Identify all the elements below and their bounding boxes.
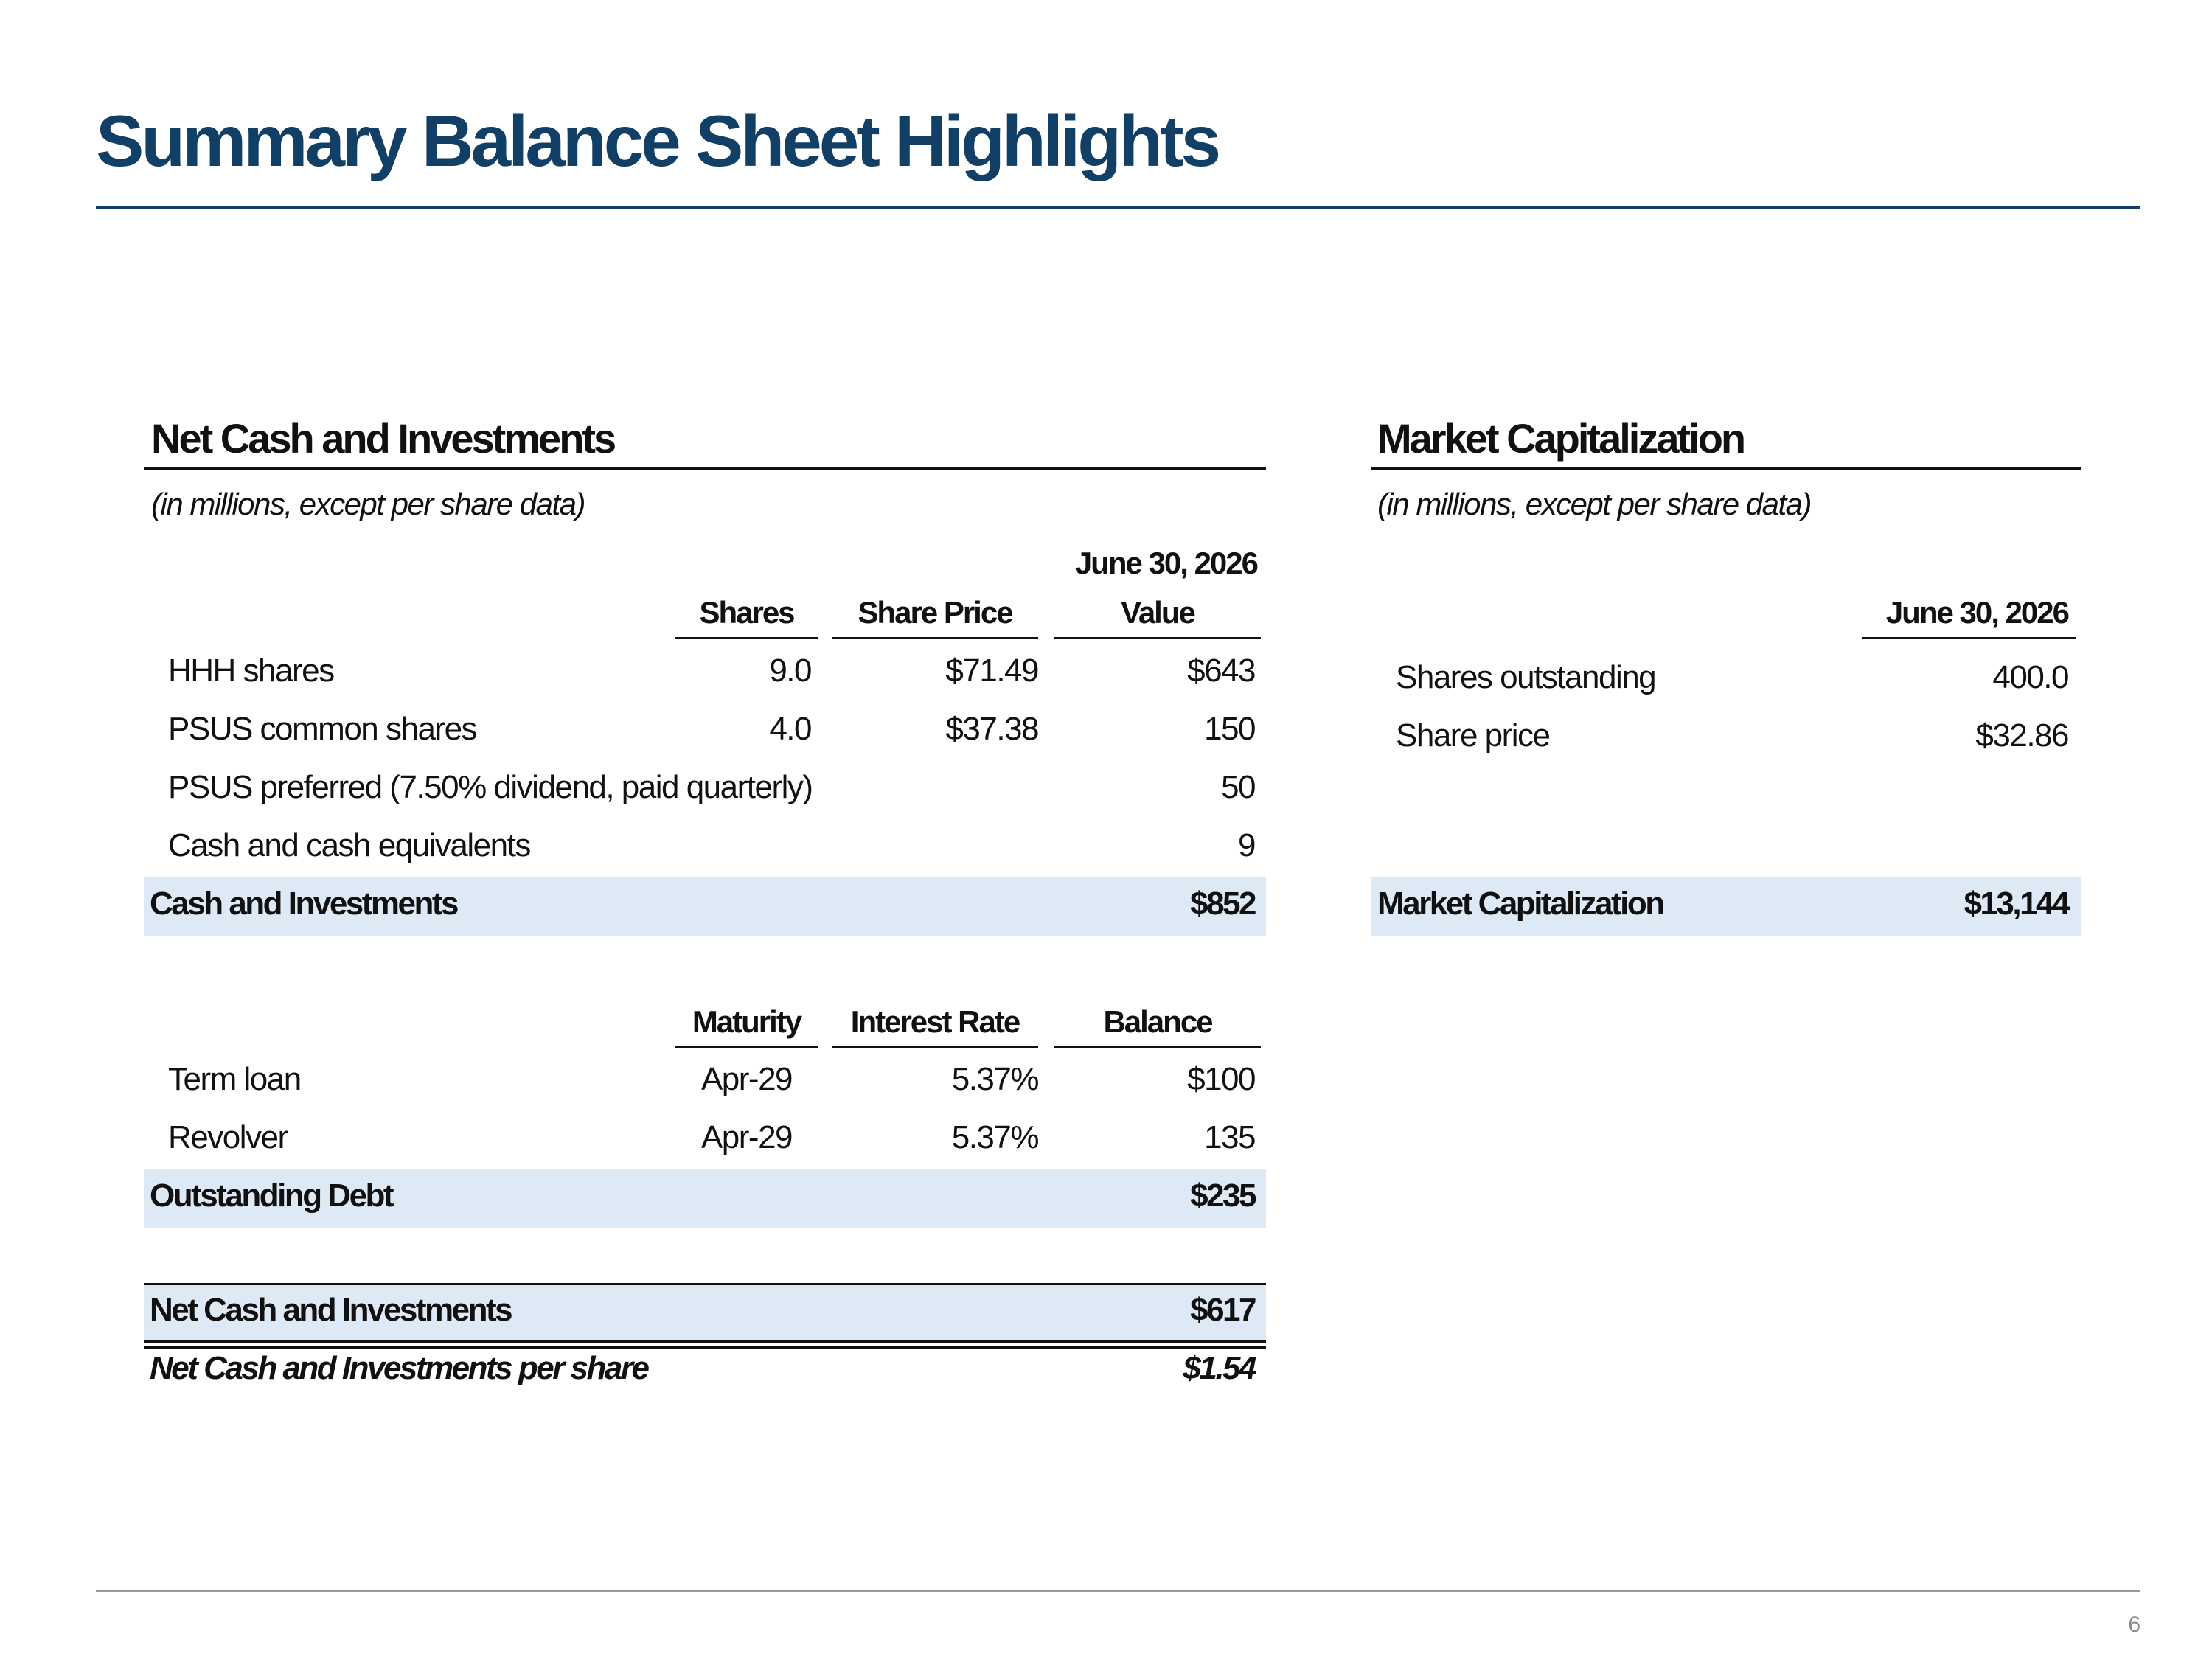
market-cap-header-date: June 30, 2026 (1885, 595, 2070, 630)
market-cap-row-value: 400.0 (1992, 659, 2069, 695)
header-shares: Shares (699, 595, 795, 630)
row-share-price: $71.49 (945, 653, 1039, 689)
debt-row-rate: 5.37% (951, 1119, 1040, 1155)
market-cap-row-label: Share price (1396, 717, 1551, 754)
row-value: 9 (1238, 827, 1256, 863)
per-share-label: Net Cash and Investments per share (150, 1350, 650, 1386)
debt-row-balance: $100 (1187, 1061, 1256, 1097)
title-divider (96, 206, 2140, 209)
debt-row-balance: 135 (1204, 1119, 1256, 1155)
header-date: June 30, 2026 (1074, 546, 1259, 580)
market-cap-section-title: Market Capitalization (1377, 415, 1746, 462)
per-share-value: $1.54 (1183, 1350, 1256, 1386)
market-cap-total-label: Market Capitalization (1377, 886, 1665, 922)
net-cash-section-title: Net Cash and Investments (151, 415, 616, 462)
row-value: $643 (1187, 653, 1256, 689)
net-total-label: Net Cash and Investments (150, 1292, 513, 1328)
debt-row-maturity: Apr-29 (700, 1061, 793, 1097)
net-cash-subtitle: (in millions, except per share data) (151, 487, 585, 521)
debt-total-label: Outstanding Debt (150, 1178, 394, 1214)
market-cap-total-value: $13,144 (1964, 886, 2070, 922)
row-value: 50 (1221, 769, 1256, 805)
header-underline (675, 637, 818, 639)
net-total-double-rule (144, 1346, 1266, 1349)
header-interest-rate: Interest Rate (850, 1004, 1020, 1039)
net-total-value: $617 (1190, 1292, 1256, 1328)
market-cap-section-rule (1371, 467, 2081, 470)
header-underline (675, 1046, 818, 1048)
debt-row-maturity: Apr-29 (700, 1119, 793, 1155)
header-underline (832, 637, 1038, 639)
market-cap-subtitle: (in millions, except per share data) (1377, 487, 1812, 521)
total-value: $852 (1190, 886, 1256, 922)
row-value: 150 (1204, 711, 1256, 747)
header-maturity: Maturity (692, 1004, 802, 1039)
page-title: Summary Balance Sheet Highlights (96, 100, 1221, 181)
header-underline (1054, 637, 1261, 639)
page-number: 6 (2128, 1613, 2140, 1637)
header-underline (1054, 1046, 1261, 1048)
row-shares: 9.0 (769, 653, 812, 689)
total-label: Cash and Investments (150, 886, 459, 922)
header-value: Value (1121, 595, 1196, 630)
row-share-price: $37.38 (945, 711, 1039, 747)
header-share-price: Share Price (858, 595, 1013, 630)
debt-row-label: Term loan (168, 1061, 302, 1097)
header-underline (1862, 637, 2076, 639)
net-total-double-rule (144, 1340, 1266, 1343)
row-shares: 4.0 (769, 711, 812, 747)
debt-total-value: $235 (1190, 1178, 1256, 1214)
market-cap-row-value: $32.86 (1975, 717, 2069, 754)
debt-row-label: Revolver (168, 1119, 288, 1155)
footer-divider (96, 1590, 2140, 1592)
header-balance: Balance (1103, 1004, 1213, 1039)
row-label: Cash and cash equivalents (168, 827, 531, 863)
net-cash-section-rule (144, 467, 1266, 470)
debt-row-rate: 5.37% (951, 1061, 1040, 1097)
row-label: PSUS common shares (168, 711, 478, 747)
market-cap-row-label: Shares outstanding (1396, 659, 1657, 695)
row-label: PSUS preferred (7.50% dividend, paid qua… (168, 769, 813, 805)
row-label: HHH shares (168, 653, 335, 689)
header-underline (832, 1046, 1038, 1048)
